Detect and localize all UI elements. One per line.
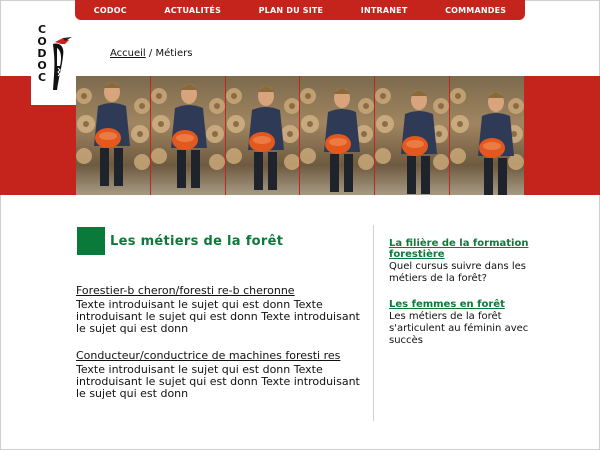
lumberjack-illustration: [450, 88, 524, 195]
article-2: Conducteur/conductrice de machines fores…: [76, 349, 366, 400]
column-divider: [373, 225, 374, 421]
nav-item-codoc[interactable]: CODOC: [94, 6, 127, 15]
nav-item-commandes[interactable]: COMMANDES: [445, 6, 506, 15]
lumberjack-illustration: [375, 88, 450, 194]
sidebar-link-formation[interactable]: La filière de la formation forestière: [389, 238, 549, 260]
breadcrumb-home-link[interactable]: Accueil: [110, 48, 146, 59]
lumberjack-photo: [450, 76, 524, 195]
lumberjack-photo: [300, 76, 375, 195]
breadcrumb-separator: /: [148, 48, 153, 59]
sidebar-item-femmes: Les femmes en forêt Les métiers de la fo…: [389, 299, 549, 347]
top-navigation: CODOC ACTUALITÉS PLAN DU SITE INTRANET C…: [75, 0, 525, 20]
logo-letters: CODOC: [35, 24, 49, 84]
sidebar-link-femmes[interactable]: Les femmes en forêt: [389, 299, 549, 310]
logo-letter: C: [37, 71, 47, 84]
logo-text: CODOC: [35, 24, 49, 84]
breadcrumb-current: Métiers: [155, 48, 193, 59]
article-1-title-link[interactable]: Forestier-b cheron/foresti re-b cheronne: [76, 284, 366, 297]
photo-strip: [76, 76, 524, 195]
sidebar-item-formation: La filière de la formation forestière Qu…: [389, 238, 549, 285]
lumberjack-photo: [76, 76, 150, 195]
codoc-logo[interactable]: CODOC: [31, 22, 76, 105]
article-1-body: Texte introduisant le sujet qui est donn…: [76, 298, 360, 335]
nav-item-actualites[interactable]: ACTUALITÉS: [164, 6, 221, 15]
sidebar-desc-femmes: Les métiers de la forêt s'articulent au …: [389, 311, 529, 346]
sidebar-desc-formation: Quel cursus suivre dans les métiers de l…: [389, 261, 527, 284]
lumberjack-illustration: [76, 82, 150, 186]
green-square-icon: [77, 227, 105, 255]
section-heading: Les métiers de la forêt: [77, 227, 283, 255]
lumberjack-illustration: [150, 84, 225, 188]
lumberjack-photo: [375, 76, 450, 195]
nav-item-plan-du-site[interactable]: PLAN DU SITE: [259, 6, 324, 15]
breadcrumb: Accueil / Métiers: [110, 48, 192, 59]
lumberjack-illustration: [300, 88, 375, 192]
nav-item-intranet[interactable]: INTRANET: [361, 6, 408, 15]
lumberjack-illustration: [225, 86, 300, 190]
article-2-body: Texte introduisant le sujet qui est donn…: [76, 363, 360, 400]
woodpecker-icon: [53, 37, 72, 90]
article-2-title-link[interactable]: Conducteur/conductrice de machines fores…: [76, 349, 366, 362]
lumberjack-photo: [225, 76, 300, 195]
page-title: Les métiers de la forêt: [110, 233, 284, 249]
article-1: Forestier-b cheron/foresti re-b cheronne…: [76, 284, 366, 335]
lumberjack-photo: [150, 76, 225, 195]
